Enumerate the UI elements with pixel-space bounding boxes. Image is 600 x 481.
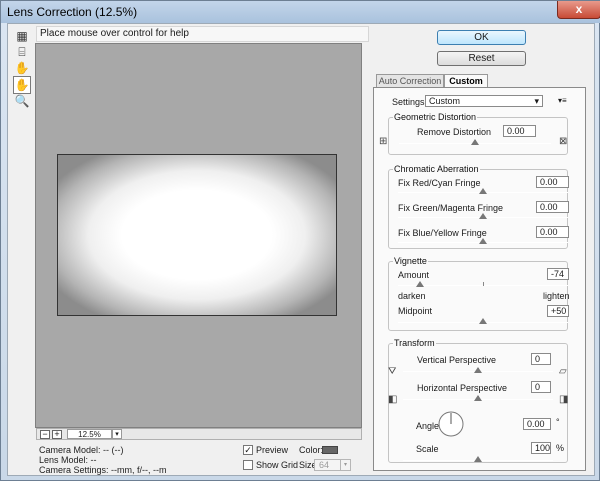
- blue-yellow-field[interactable]: 0.00: [536, 226, 569, 238]
- tab-auto-correction[interactable]: Auto Correction: [376, 74, 444, 88]
- blue-yellow-thumb[interactable]: [479, 238, 487, 244]
- vignette-amount-field[interactable]: -74: [547, 268, 569, 280]
- green-magenta-thumb[interactable]: [479, 213, 487, 219]
- midpoint-slider[interactable]: [398, 318, 568, 324]
- blue-yellow-label: Fix Blue/Yellow Fringe: [398, 228, 487, 238]
- red-cyan-slider[interactable]: [398, 188, 568, 194]
- red-cyan-label: Fix Red/Cyan Fringe: [398, 178, 481, 188]
- scale-slider[interactable]: [403, 456, 553, 462]
- vertical-perspective-slider[interactable]: [403, 367, 553, 373]
- settings-label: Settings:: [392, 97, 428, 107]
- vignette-amount-slider[interactable]: [398, 281, 568, 287]
- angle-field[interactable]: 0.00: [523, 418, 551, 430]
- reset-button[interactable]: Reset: [437, 51, 526, 66]
- tab-custom[interactable]: Custom: [444, 74, 488, 88]
- scale-thumb[interactable]: [474, 456, 482, 462]
- vignette-amount-thumb[interactable]: [416, 281, 425, 287]
- show-grid-checkbox[interactable]: [243, 460, 253, 470]
- pincushion-distortion-icon: ⊠: [559, 136, 568, 147]
- chromatic-aberration-group: Chromatic Aberration Fix Red/Cyan Fringe…: [388, 164, 569, 249]
- preview-image: [57, 154, 337, 316]
- zoom-bar: − + 12.5% ▾: [36, 428, 362, 440]
- horizontal-perspective-field[interactable]: 0: [531, 381, 551, 393]
- midpoint-field[interactable]: +50: [547, 305, 569, 317]
- zoom-out-button[interactable]: −: [40, 430, 50, 439]
- horizontal-perspective-right-icon: ◨: [559, 394, 569, 405]
- vignette-group: Vignette Amount -74 darken lighten Midpo…: [388, 256, 570, 331]
- vertical-perspective-label: Vertical Perspective: [417, 355, 497, 365]
- preview-canvas[interactable]: [35, 43, 362, 428]
- vignette-title: Vignette: [393, 256, 428, 266]
- remove-distortion-field[interactable]: 0.00: [503, 125, 536, 137]
- camera-info: Camera Model: -- (--) Lens Model: -- Cam…: [39, 445, 167, 475]
- settings-menu-icon[interactable]: ▾≡: [558, 96, 567, 105]
- remove-distortion-thumb[interactable]: [471, 139, 479, 145]
- horizontal-perspective-label: Horizontal Perspective: [417, 383, 508, 393]
- scale-field[interactable]: 100: [531, 442, 551, 454]
- midpoint-label: Midpoint: [398, 306, 433, 316]
- green-magenta-field[interactable]: 0.00: [536, 201, 569, 213]
- red-cyan-field[interactable]: 0.00: [536, 176, 569, 188]
- transform-group: Transform ⛛ Vertical Perspective 0 ▱ ◧ H…: [388, 338, 569, 463]
- zoom-tool-icon[interactable]: 🔍: [13, 92, 31, 110]
- scale-label: Scale: [416, 444, 439, 454]
- vertical-perspective-thumb[interactable]: [474, 367, 482, 373]
- settings-select[interactable]: Custom ▾: [425, 95, 543, 107]
- remove-distortion-slider[interactable]: [399, 139, 551, 145]
- help-text: Place mouse over control for help: [36, 26, 369, 42]
- lens-correction-window: Lens Correction (12.5%) x ▦ ⌸ ✋ ✋ 🔍 Plac…: [0, 0, 600, 481]
- slider-center-tick: [483, 282, 484, 286]
- vertical-perspective-field[interactable]: 0: [531, 353, 551, 365]
- move-grid-tool-icon[interactable]: ✋: [13, 59, 31, 77]
- horizontal-perspective-left-icon: ◧: [388, 394, 398, 405]
- chevron-down-icon: ▾: [534, 96, 539, 106]
- grid-color-label: Color:: [299, 445, 324, 455]
- show-grid-label: Show Grid: [256, 460, 299, 470]
- scale-unit: %: [556, 443, 565, 453]
- green-magenta-slider[interactable]: [398, 213, 568, 219]
- horizontal-perspective-slider[interactable]: [403, 395, 553, 401]
- camera-model-text: Camera Model: -- (--): [39, 445, 124, 455]
- geometric-distortion-title: Geometric Distortion: [393, 112, 478, 122]
- preview-label: Preview: [256, 445, 289, 455]
- window-title: Lens Correction (12.5%): [7, 5, 138, 19]
- red-cyan-thumb[interactable]: [479, 188, 487, 194]
- ok-button[interactable]: OK: [437, 30, 526, 45]
- angle-dial[interactable]: [438, 411, 464, 437]
- vertical-perspective-right-icon: ▱: [559, 366, 567, 377]
- vignette-amount-label: Amount: [398, 270, 430, 280]
- camera-settings-text: Camera Settings: --mm, f/--, --m: [39, 465, 167, 475]
- lighten-label: lighten: [543, 291, 570, 301]
- title-bar[interactable]: Lens Correction (12.5%) x: [1, 1, 600, 23]
- zoom-in-button[interactable]: +: [52, 430, 62, 439]
- chromatic-aberration-title: Chromatic Aberration: [393, 164, 480, 174]
- midpoint-thumb[interactable]: [479, 318, 487, 324]
- grid-color-swatch[interactable]: [322, 446, 338, 454]
- vertical-perspective-left-icon: ⛛: [388, 366, 397, 377]
- zoom-level-field[interactable]: 12.5%: [67, 429, 112, 439]
- remove-distortion-label: Remove Distortion: [417, 127, 492, 137]
- angle-unit: °: [556, 417, 560, 427]
- lens-model-text: Lens Model: --: [39, 455, 97, 465]
- close-window-button[interactable]: x: [557, 1, 600, 19]
- zoom-dropdown-icon[interactable]: ▾: [112, 429, 122, 439]
- blue-yellow-slider[interactable]: [398, 238, 568, 244]
- transform-title: Transform: [393, 338, 436, 348]
- settings-value: Custom: [429, 96, 461, 106]
- preview-checkbox[interactable]: ✓: [243, 445, 253, 455]
- green-magenta-label: Fix Green/Magenta Fringe: [398, 203, 504, 213]
- custom-panel: Settings: Custom ▾ ▾≡ Geometric Distorti…: [373, 87, 586, 471]
- barrel-distortion-icon: ⊞: [379, 136, 388, 147]
- chevron-down-icon: ▾: [340, 460, 350, 470]
- grid-size-value: 64: [319, 460, 330, 470]
- horizontal-perspective-thumb[interactable]: [474, 395, 482, 401]
- grid-size-select[interactable]: 64 ▾: [314, 459, 351, 471]
- geometric-distortion-group: Geometric Distortion ⊞ Remove Distortion…: [379, 112, 568, 155]
- darken-label: darken: [398, 291, 426, 301]
